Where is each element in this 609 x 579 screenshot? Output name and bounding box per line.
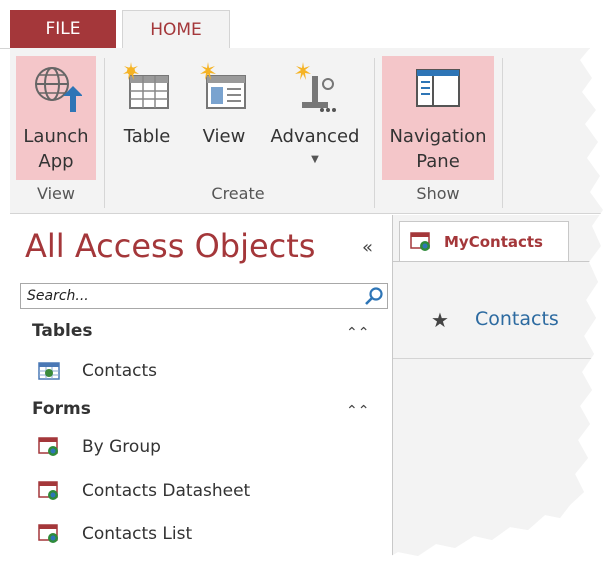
ribbon-separator <box>502 58 503 208</box>
nav-item-label: Contacts List <box>82 524 193 544</box>
navigation-pane: All Access Objects « Tables ⌃⌃ Contacts … <box>10 215 393 568</box>
navigation-pane-label-1: Navigation <box>389 126 487 147</box>
ribbon-tab-bar: FILE HOME <box>0 10 603 49</box>
nav-item-label: By Group <box>82 437 161 457</box>
tab-home[interactable]: HOME <box>122 10 230 48</box>
navigation-pane-label-2: Pane <box>416 151 460 172</box>
nav-item-contacts-datasheet[interactable]: Contacts Datasheet <box>38 476 250 506</box>
navigation-pane-button[interactable]: Navigation Pane <box>382 56 494 180</box>
view-label: View <box>202 126 246 147</box>
collapse-section-icon[interactable]: ⌃⌃ <box>346 325 369 341</box>
nav-item-label: Contacts Datasheet <box>82 481 251 501</box>
launch-app-label-2: App <box>38 151 74 172</box>
table-button[interactable]: Table <box>112 56 182 180</box>
ribbon: Launch App View Table View Advanced ▼ Cr… <box>10 48 603 214</box>
section-header-tables[interactable]: Tables <box>32 321 93 341</box>
search-icon[interactable] <box>363 286 385 306</box>
app-window: FILE HOME Launch App View Table View Adv… <box>0 0 603 568</box>
search-box <box>20 283 388 309</box>
nav-pane-title[interactable]: All Access Objects <box>25 227 315 265</box>
advanced-objects-icon <box>295 62 336 112</box>
launch-app-label-1: Launch <box>23 126 89 147</box>
navigation-pane-icon <box>416 69 460 107</box>
form-icon <box>38 437 58 456</box>
star-icon: ★ <box>431 308 449 332</box>
document-tab-mycontacts[interactable]: MyContacts <box>399 221 569 261</box>
form-icon <box>38 524 58 543</box>
new-table-icon <box>123 62 169 109</box>
collapse-pane-icon[interactable]: « <box>362 237 373 258</box>
ribbon-separator <box>104 58 105 208</box>
search-input[interactable] <box>23 286 361 306</box>
collapse-section-icon[interactable]: ⌃⌃ <box>346 403 369 419</box>
section-header-forms[interactable]: Forms <box>32 399 91 419</box>
new-view-icon <box>200 62 246 109</box>
advanced-label: Advanced <box>270 126 360 147</box>
tab-file[interactable]: FILE <box>10 10 116 48</box>
ribbon-separator <box>374 58 375 208</box>
group-label-create: Create <box>211 184 265 203</box>
advanced-dropdown-icon: ▼ <box>311 154 319 165</box>
view-button[interactable]: View <box>192 56 256 180</box>
document-body: ★ Contacts <box>393 261 603 568</box>
nav-item-contacts-list[interactable]: Contacts List <box>38 519 192 549</box>
tile-contacts[interactable]: ★ Contacts <box>393 286 603 359</box>
document-area: MyContacts ★ Contacts <box>393 215 603 568</box>
advanced-button[interactable]: Advanced ▼ <box>266 56 364 180</box>
nav-item-contacts-table[interactable]: Contacts <box>38 356 157 386</box>
group-label-show: Show <box>416 184 460 203</box>
table-label: Table <box>123 126 171 147</box>
nav-item-by-group[interactable]: By Group <box>38 432 161 462</box>
launch-app-button[interactable]: Launch App <box>16 56 96 180</box>
nav-item-label: Contacts <box>82 361 157 381</box>
form-icon <box>38 481 58 500</box>
tile-label: Contacts <box>475 308 559 330</box>
group-label-view: View <box>37 184 75 203</box>
table-icon <box>38 362 60 380</box>
document-tab-label: MyContacts <box>444 232 543 251</box>
form-icon <box>410 231 430 251</box>
globe-upload-icon <box>35 67 82 112</box>
